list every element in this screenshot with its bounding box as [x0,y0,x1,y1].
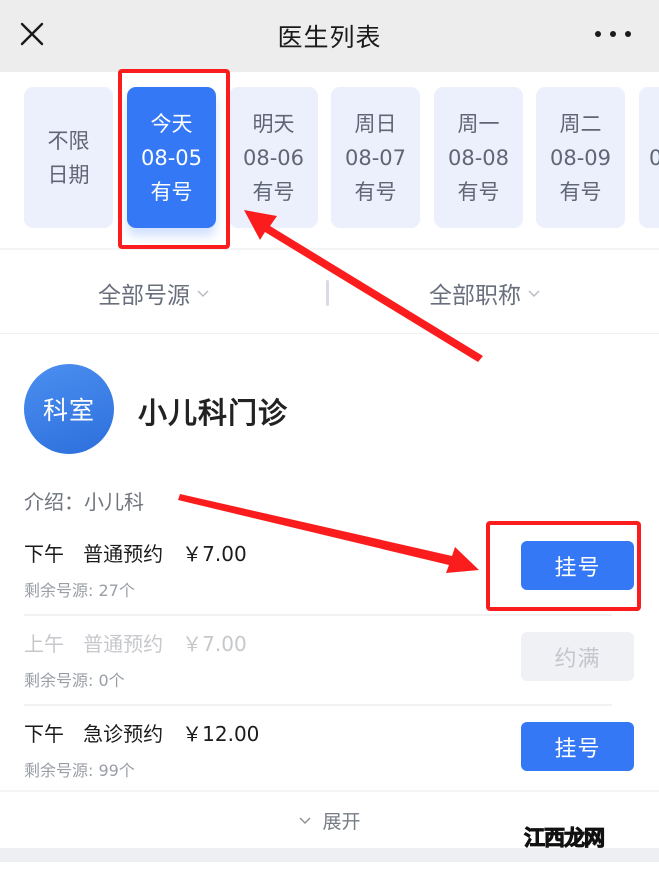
slot-remaining: 剩余号源: 99个 [24,761,135,780]
slot-remaining: 剩余号源: 27个 [24,581,135,600]
department-name: 小儿科门诊 [138,396,289,430]
watermark-logo: 江西龙网 [524,822,606,852]
date-card-date: 08-06 [242,145,305,170]
date-card-status: 有号 [559,179,602,204]
title-filter-label: 全部职称 [429,283,521,309]
date-card-tomorrow[interactable]: 明天 08-06 有号 [229,87,318,228]
date-card-date: 0 [649,141,659,175]
slot-period: 下午 [24,542,64,566]
date-selector-strip[interactable]: 不限 日期 今天 08-05 有号 明天 08-06 有号 周日 08-07 有… [0,72,659,250]
date-card-day: 周日 [354,111,397,136]
date-card-status: 有号 [252,179,295,204]
slot-period: 上午 [24,632,64,656]
expand-label: 展开 [322,810,361,833]
date-card-day: 周二 [559,111,602,136]
title-filter-dropdown[interactable]: 全部职称 [429,276,541,310]
date-card-label: 日期 [47,162,90,187]
date-card-tuesday[interactable]: 周二 08-09 有号 [536,87,625,228]
slot-type: 普通预约 [83,632,164,656]
date-card-day: 周一 [457,111,500,136]
source-filter-label: 全部号源 [98,283,190,309]
slot-title: 下午 急诊预约 ￥12.00 [24,718,259,747]
date-card-date: 08-08 [447,145,510,170]
slot-title: 下午 普通预约 ￥7.00 [24,538,247,567]
page-title: 医生列表 [277,23,382,52]
chevron-down-icon [299,817,311,824]
watermark-text: 龙网 [564,826,606,851]
filter-bar: 全部号源 全部职称 [0,250,659,334]
fully-booked-button[interactable]: 约满 [521,632,634,681]
doctor-list-page: 医生列表 不限 日期 今天 08-05 有号 明天 08-06 有号 周日 08… [0,0,659,870]
watermark-text: 江 [524,826,546,851]
more-dots-icon[interactable] [595,22,631,46]
slot-title: 上午 普通预约 ￥7.00 [24,628,247,657]
annotation-highlight-box [118,69,230,249]
date-card-status: 有号 [457,179,500,204]
department-intro: 介绍：小儿科 [24,490,144,514]
date-card-day: 明天 [252,111,295,136]
date-card-monday[interactable]: 周一 08-08 有号 [434,87,523,228]
source-filter-dropdown[interactable]: 全部号源 [98,276,210,310]
watermark-text: 西 [544,826,566,851]
annotation-highlight-box [486,521,641,611]
slot-price: ￥12.00 [182,722,260,746]
date-card-status: 有号 [354,179,397,204]
date-card-label: 不限 [47,128,90,153]
chevron-down-icon [197,290,209,298]
date-card-any[interactable]: 不限 日期 [24,87,113,228]
department-avatar: 科室 [24,364,114,454]
slot-remaining: 剩余号源: 0个 [24,671,125,690]
slot-price: ￥7.00 [182,632,247,656]
date-card-date: 08-07 [344,145,407,170]
top-nav-bar: 医生列表 [0,0,659,72]
filter-divider [326,280,329,306]
date-card-date: 08-09 [549,145,612,170]
date-card-sunday[interactable]: 周日 08-07 有号 [331,87,420,228]
register-button[interactable]: 挂号 [521,722,634,771]
slot-type: 急诊预约 [83,722,164,746]
slot-type: 普通预约 [83,542,164,566]
slot-price: ￥7.00 [182,542,247,566]
slot-period: 下午 [24,722,64,746]
chevron-down-icon [528,290,540,298]
date-card-partial[interactable]: 0 [639,87,659,228]
close-icon[interactable] [14,16,50,52]
